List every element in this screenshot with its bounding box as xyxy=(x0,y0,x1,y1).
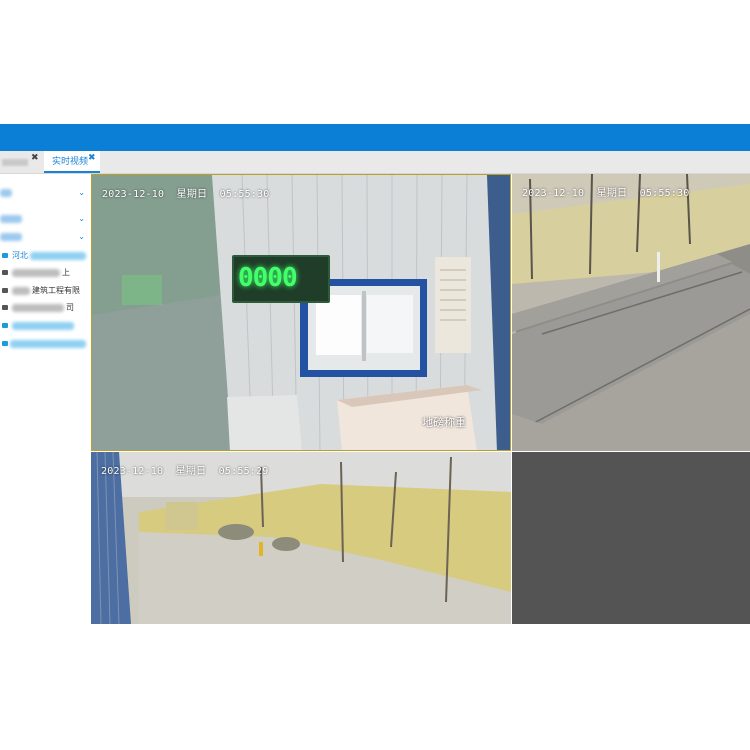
tab-bar: ✖ 实时视频 ✖ xyxy=(0,151,750,174)
camera-label: 上 xyxy=(62,268,70,277)
redacted-text xyxy=(10,340,86,348)
tab-live-video[interactable]: 实时视频 ✖ xyxy=(44,151,100,173)
video-frame-yard xyxy=(91,452,511,624)
video-frame-booth xyxy=(92,175,510,450)
close-icon[interactable]: ✖ xyxy=(31,147,39,169)
camera-label: 建筑工程有限 xyxy=(32,286,80,295)
close-icon[interactable]: ✖ xyxy=(88,147,96,169)
camera-caption: 地磅称重 xyxy=(422,416,466,429)
video-cell-2[interactable]: 2023-12-10 星期日 05:55:30 xyxy=(512,174,750,451)
video-timestamp: 2023-12-10 星期日 05:55:30 xyxy=(102,189,270,200)
tree-group-3[interactable]: ⌄ xyxy=(0,230,91,244)
camera-label: 司 xyxy=(66,303,74,312)
video-timestamp: 2023-12-10 星期日 05:55:29 xyxy=(101,466,269,477)
tree-camera-item[interactable]: 司 xyxy=(0,301,91,315)
video-frame-weighbridge xyxy=(512,174,750,451)
tree-camera-item[interactable]: 河北 xyxy=(0,249,91,263)
redacted-text xyxy=(30,252,86,260)
video-timestamp: 2023-12-10 星期日 05:55:30 xyxy=(522,188,690,199)
redacted-text xyxy=(0,233,22,241)
scale-display: 0000 xyxy=(232,255,330,303)
camera-icon xyxy=(2,253,8,258)
tree-camera-item[interactable]: 建筑工程有限 xyxy=(0,284,91,298)
tree-group-1[interactable]: ⌄ xyxy=(0,186,91,200)
redacted-text xyxy=(12,287,30,295)
camera-icon xyxy=(2,341,8,346)
chevron-down-icon[interactable]: ⌄ xyxy=(78,186,85,200)
video-cell-empty[interactable] xyxy=(512,452,750,624)
camera-label: 河北 xyxy=(12,251,28,260)
app-header-bar xyxy=(0,124,750,151)
tab-home[interactable]: ✖ xyxy=(0,151,40,173)
redacted-text xyxy=(0,189,12,197)
camera-icon xyxy=(2,288,8,293)
camera-icon xyxy=(2,305,8,310)
redacted-text xyxy=(12,304,64,312)
redacted-text xyxy=(12,322,74,330)
scale-reading: 0000 xyxy=(238,263,298,293)
video-cell-1[interactable]: 0000 2023-12-10 星期日 05:55:30 地磅称重 xyxy=(91,174,511,451)
camera-icon xyxy=(2,323,8,328)
redacted-text xyxy=(12,269,60,277)
redacted-text xyxy=(0,215,22,223)
chevron-down-icon[interactable]: ⌄ xyxy=(78,212,85,226)
camera-icon xyxy=(2,270,8,275)
video-cell-3[interactable]: 2023-12-10 星期日 05:55:29 xyxy=(91,452,511,624)
chevron-down-icon[interactable]: ⌄ xyxy=(78,230,85,244)
tab-label-blurred xyxy=(2,159,28,166)
tree-camera-item[interactable]: 上 xyxy=(0,266,91,280)
tree-group-2[interactable]: ⌄ xyxy=(0,212,91,226)
tab-label: 实时视频 xyxy=(52,157,89,167)
tree-camera-item[interactable] xyxy=(0,337,91,351)
tree-camera-item[interactable] xyxy=(0,319,91,333)
device-tree-sidebar: ⌄ ⌄ ⌄ 河北 上 建筑工程有限 司 xyxy=(0,174,91,624)
